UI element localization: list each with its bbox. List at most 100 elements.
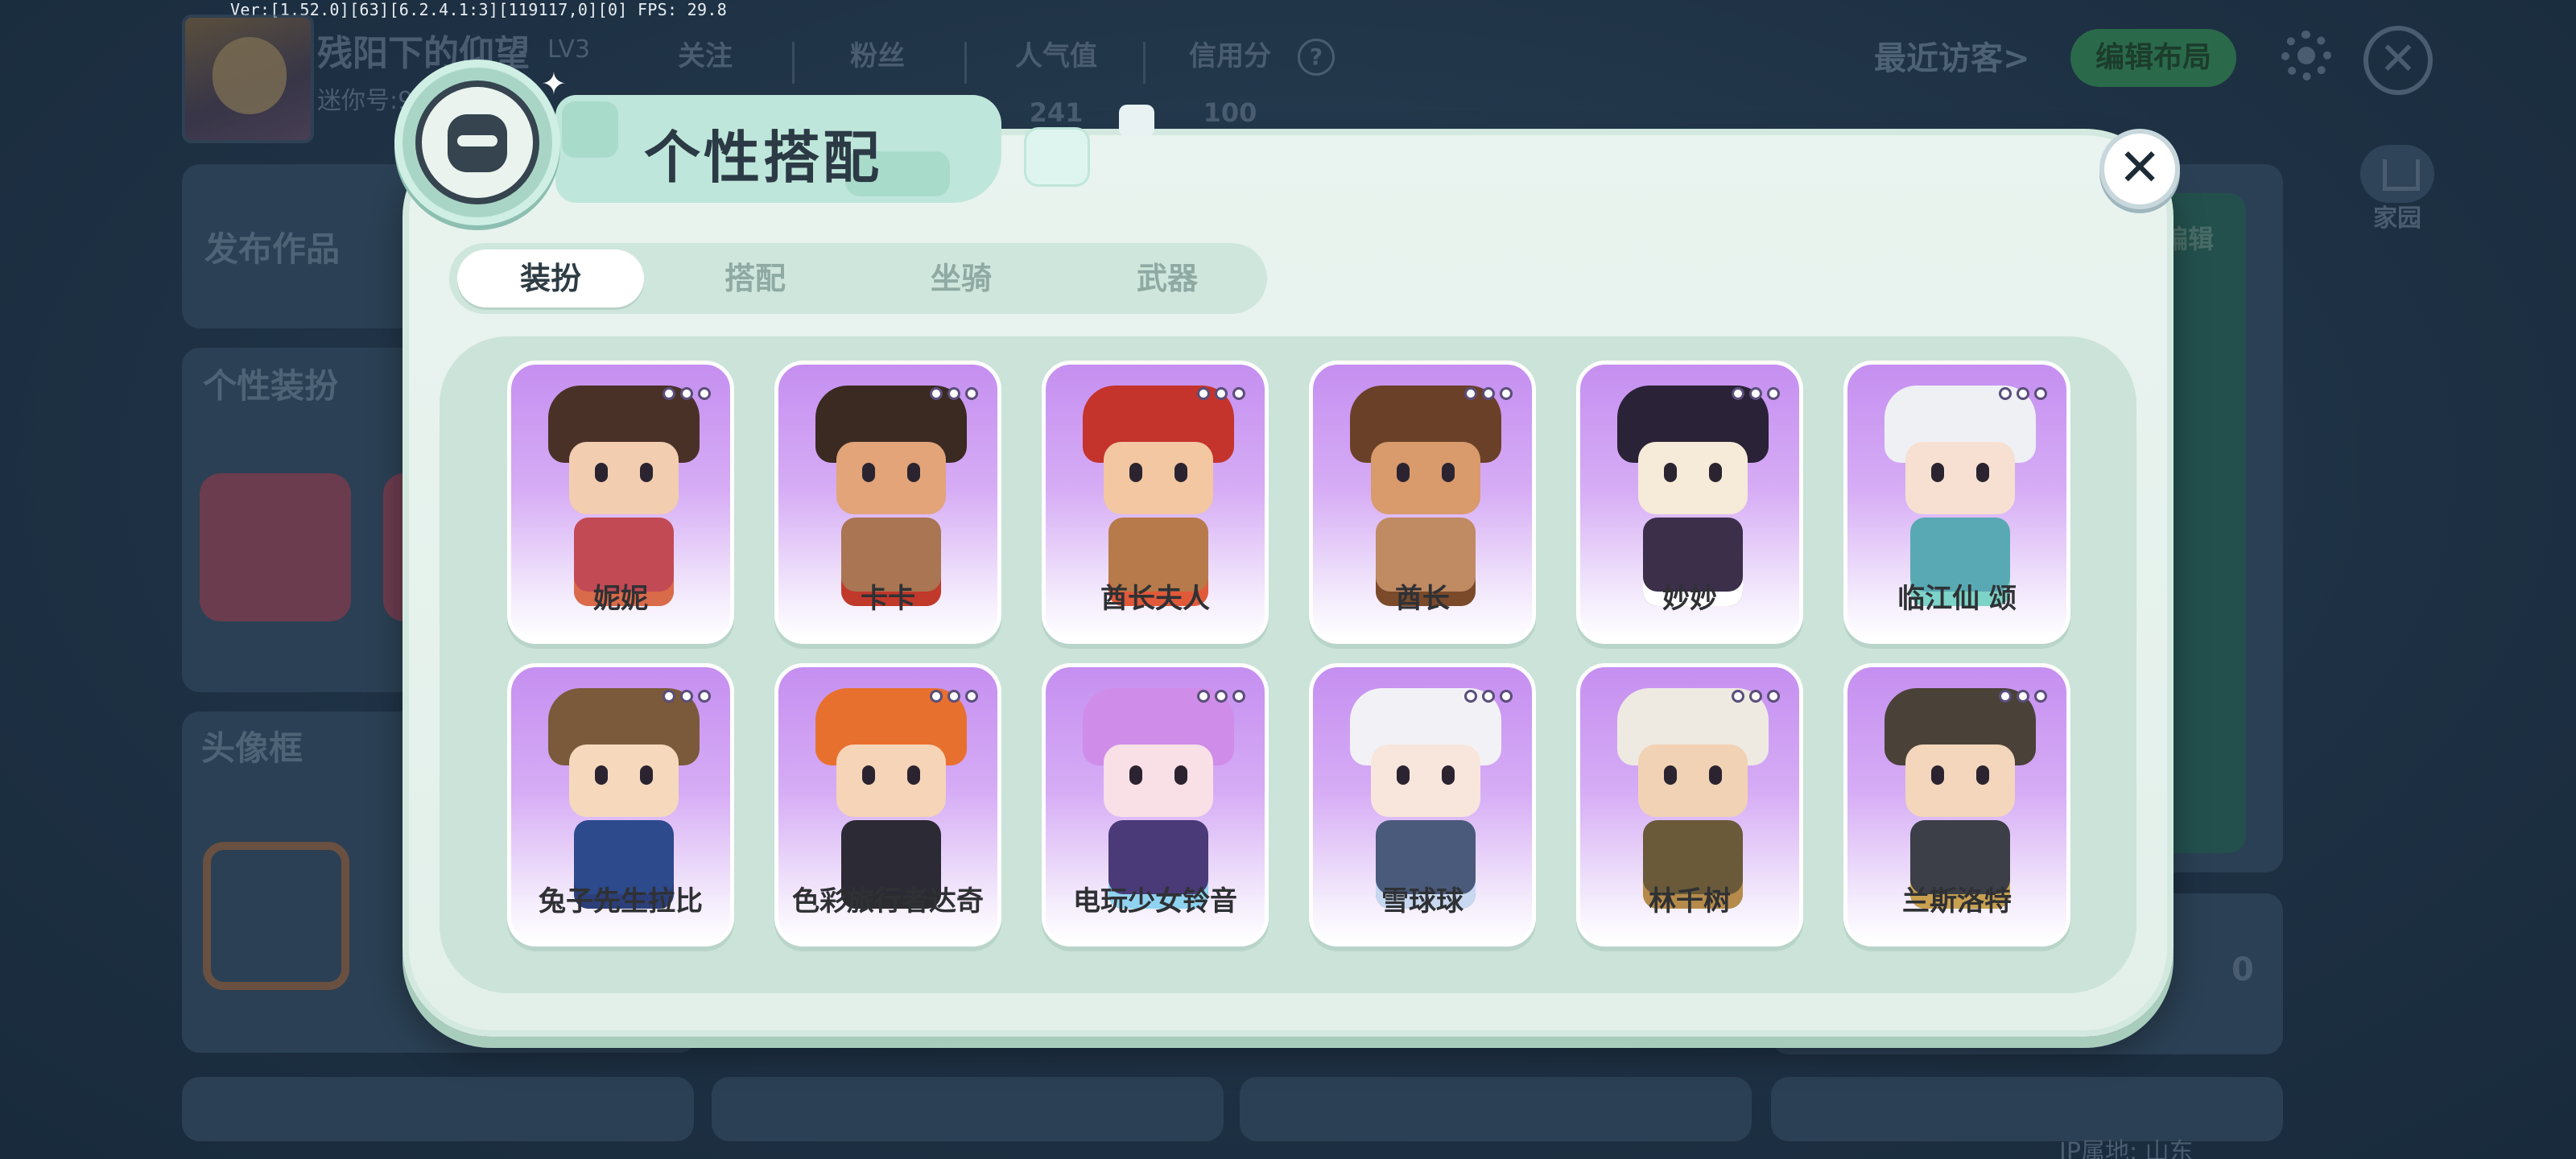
stat-credit-value: 100	[1203, 97, 1257, 128]
character-eye	[1397, 765, 1410, 785]
more-options-icon[interactable]	[930, 387, 978, 400]
character-eye	[1931, 765, 1944, 785]
page-close-icon[interactable]: ✕	[2363, 26, 2433, 95]
stat-popularity[interactable]: 人气值 241	[984, 34, 1129, 128]
bottom-panel	[712, 1077, 1224, 1141]
skin-card[interactable]: 兔子先生拉比	[507, 663, 734, 947]
home-label: 家园	[2373, 204, 2421, 233]
character-eye	[640, 765, 653, 785]
character-eye	[1174, 765, 1187, 785]
skin-card[interactable]: 电玩少女铃音	[1042, 663, 1269, 947]
more-options-icon[interactable]	[1197, 690, 1245, 703]
skin-card[interactable]: 兰斯洛特	[1843, 663, 2070, 947]
skin-card[interactable]: 临江仙 颂	[1843, 361, 2070, 644]
character-face	[1905, 744, 2015, 817]
stat-divider	[792, 42, 795, 84]
tab-mount[interactable]: 坐骑	[868, 250, 1055, 307]
skin-card[interactable]: 林千树	[1576, 663, 1803, 947]
skin-name: 酋长	[1395, 583, 1450, 615]
character-eye	[1129, 463, 1142, 482]
character-eye	[1976, 765, 1989, 785]
character-face	[1905, 442, 2015, 514]
skin-card[interactable]: 妙妙	[1576, 361, 1803, 644]
help-icon[interactable]: ?	[1298, 39, 1335, 76]
outfit-thumb[interactable]	[200, 473, 351, 621]
stat-credit[interactable]: 信用分 100	[1158, 34, 1302, 128]
profile-level: LV3	[547, 35, 591, 64]
character-eye	[1709, 463, 1722, 482]
character-eye	[862, 463, 875, 482]
ip-location: IP属地: 山东	[2059, 1138, 2194, 1159]
more-options-icon[interactable]	[663, 690, 711, 703]
character-eye	[1976, 463, 1989, 482]
home-icon	[2360, 145, 2434, 203]
avatar-frame-thumb[interactable]	[203, 842, 349, 990]
skin-card[interactable]: 酋长	[1309, 361, 1536, 644]
character-eye	[1442, 463, 1455, 482]
decoration-square	[1119, 105, 1154, 137]
edit-layout-button[interactable]: 编辑布局	[2070, 29, 2236, 87]
character-face	[569, 442, 679, 514]
skin-card[interactable]: 色彩旅行者达奇	[774, 663, 1001, 947]
character-eye	[862, 765, 875, 785]
character-eye	[907, 463, 920, 482]
more-options-icon[interactable]	[1464, 387, 1513, 400]
skin-name: 妙妙	[1662, 583, 1717, 615]
modal-title: 个性搭配	[644, 125, 882, 191]
skin-grid: 妮妮 卡卡 酋长夫人 酋长 妙妙 临江仙 颂兔子先生拉比 色彩旅行者达奇 电玩少女铃音 雪球球 林…	[440, 336, 2136, 993]
more-options-icon[interactable]	[1999, 690, 2047, 703]
skin-card[interactable]: 酋长夫人	[1042, 361, 1269, 644]
more-options-icon[interactable]	[1464, 690, 1513, 703]
modal-tab-bar: 装扮 搭配 坐骑 武器	[449, 243, 1267, 314]
tab-outfit[interactable]: 装扮	[457, 250, 644, 307]
home-button[interactable]: 家园	[2359, 145, 2436, 233]
stat-popularity-label: 人气值	[1015, 40, 1097, 72]
character-eye	[640, 463, 653, 482]
character-eye	[1397, 463, 1410, 482]
skin-name: 色彩旅行者达奇	[792, 885, 984, 918]
character-face	[1104, 442, 1213, 514]
character-eye	[1709, 765, 1722, 785]
skin-name: 电玩少女铃音	[1073, 885, 1237, 918]
modal-close-button[interactable]: ✕	[2099, 129, 2180, 209]
character-face	[836, 442, 946, 514]
skin-card[interactable]: 雪球球	[1309, 663, 1536, 947]
avatar-frame-title: 头像框	[201, 728, 303, 768]
gear-icon[interactable]	[2281, 31, 2331, 80]
bottom-panel	[182, 1077, 694, 1141]
character-face	[1638, 744, 1748, 817]
more-options-icon[interactable]	[930, 690, 978, 703]
character-eye	[595, 463, 608, 482]
tab-match[interactable]: 搭配	[662, 250, 848, 307]
character-face	[1371, 442, 1480, 514]
tab-weapon[interactable]: 武器	[1074, 250, 1261, 307]
stat-follow-label: 关注	[678, 40, 733, 72]
more-options-icon[interactable]	[663, 387, 711, 400]
bottom-panel	[1771, 1077, 2283, 1141]
profile-avatar[interactable]	[182, 14, 314, 143]
character-eye	[1664, 463, 1677, 482]
character-eye	[595, 765, 608, 785]
more-options-icon[interactable]	[1197, 387, 1245, 400]
character-face	[1104, 744, 1213, 817]
more-options-icon[interactable]	[1732, 387, 1780, 400]
ninja-badge-icon	[394, 60, 560, 225]
skin-card[interactable]: 妮妮	[507, 361, 734, 644]
skin-name: 兰斯洛特	[1902, 885, 2012, 918]
publish-title: 发布作品	[204, 229, 341, 269]
skin-card[interactable]: 卡卡	[774, 361, 1001, 644]
character-eye	[1442, 765, 1455, 785]
stat-credit-label: 信用分	[1189, 40, 1271, 72]
skin-name: 兔子先生拉比	[539, 885, 703, 918]
stat-popularity-value: 241	[1029, 97, 1084, 128]
outfit-title: 个性装扮	[203, 366, 339, 406]
sparkle-icon: ✦	[541, 66, 567, 101]
skin-name: 雪球球	[1381, 885, 1463, 918]
character-face	[836, 744, 946, 817]
stat-divider	[964, 42, 967, 84]
recent-visitors-link[interactable]: 最近访客>	[1874, 32, 2030, 79]
more-options-icon[interactable]	[1732, 690, 1780, 703]
character-eye	[1931, 463, 1944, 482]
more-options-icon[interactable]	[1999, 387, 2047, 400]
character-face	[1638, 442, 1748, 514]
